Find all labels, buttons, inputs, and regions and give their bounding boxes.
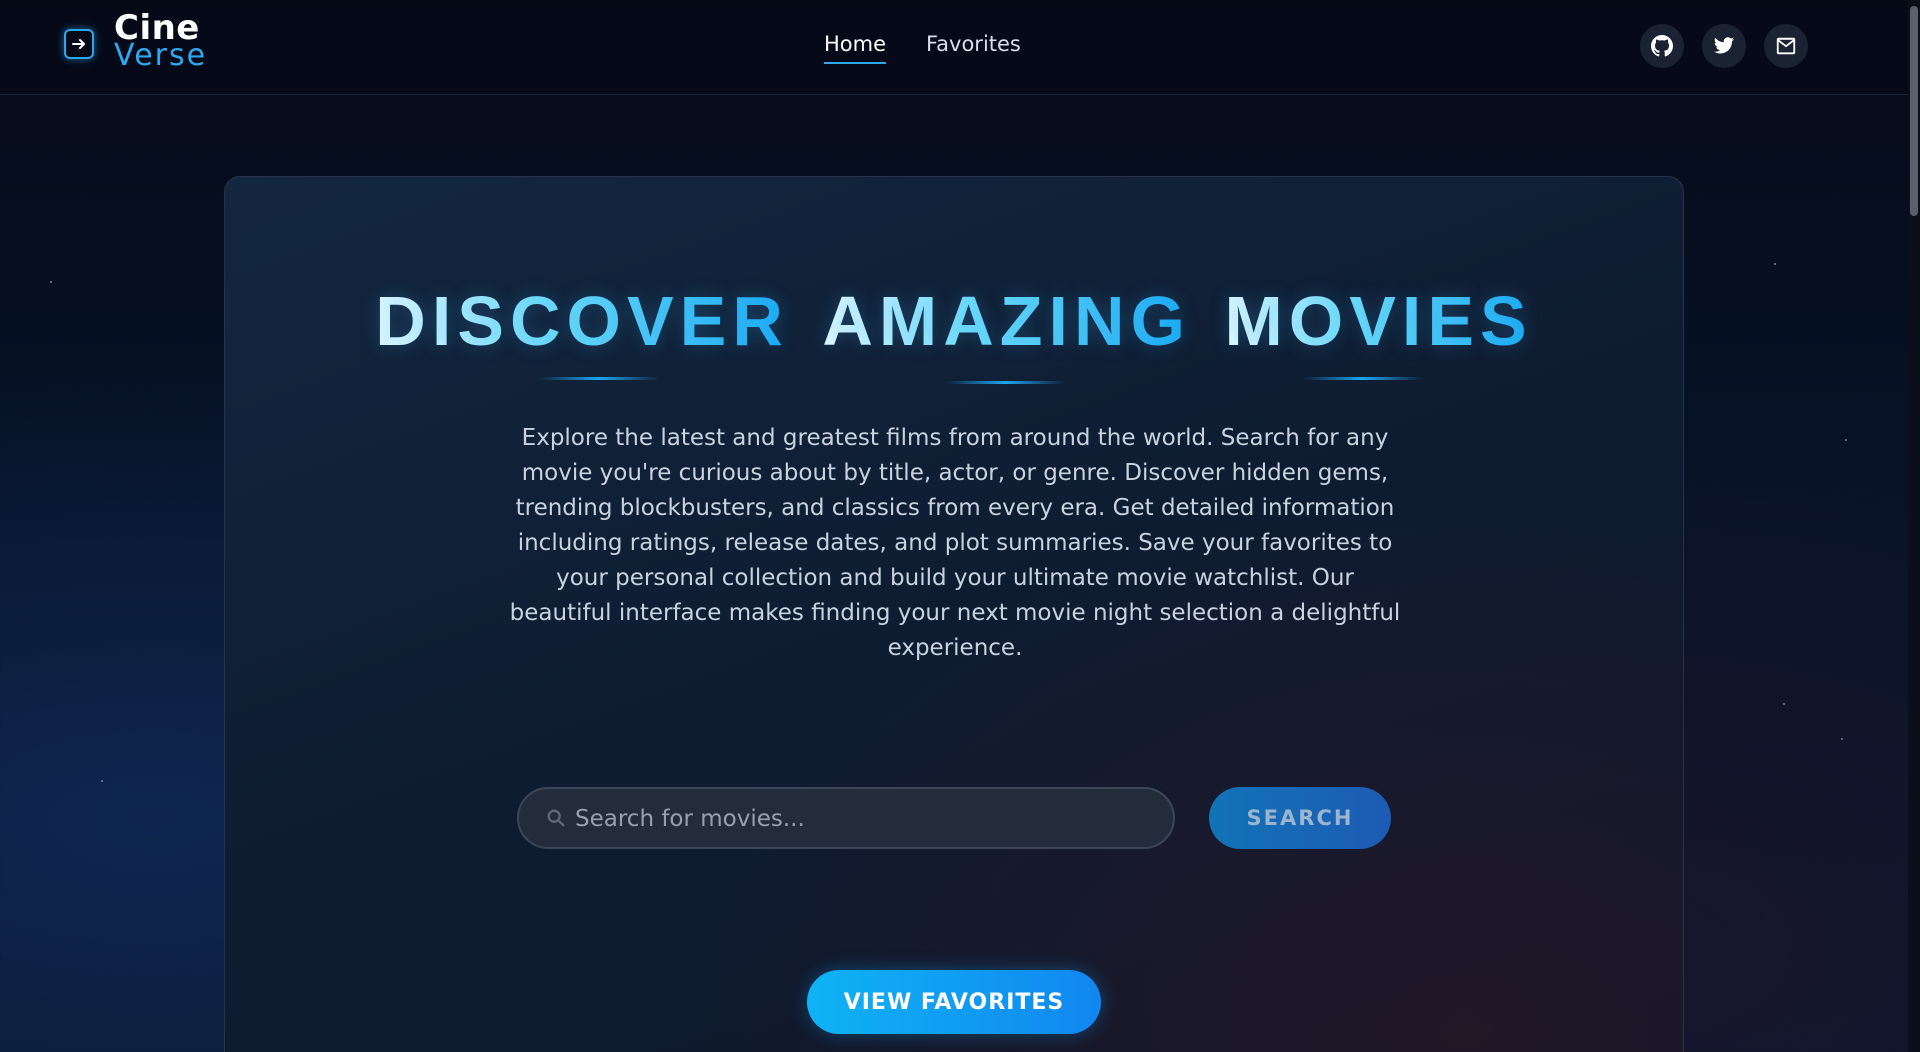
hero-card: DISCOVER AMAZING MOVIES Explore the late… [224,176,1684,1052]
mail-button[interactable] [1764,24,1808,68]
view-favorites-button[interactable]: VIEW FAVORITES [807,970,1101,1034]
search-box[interactable] [517,787,1175,849]
background-star [1783,703,1785,705]
hero-title-word: MOVIES [1224,282,1533,360]
twitter-icon [1713,37,1735,54]
hero-title-word: AMAZING [822,282,1191,360]
film-enter-icon [64,29,94,59]
social-links [1640,24,1808,68]
hero-title: DISCOVER AMAZING MOVIES [225,281,1683,361]
nav-home[interactable]: Home [824,32,887,64]
github-icon [1651,35,1673,57]
title-underline [539,377,659,380]
search-icon [547,809,565,827]
title-underline [945,381,1065,384]
top-navbar: Cine Verse Home Favorites [0,0,1908,95]
background-star [1774,263,1776,265]
background-star [1845,439,1847,441]
brand-name: Cine Verse [114,11,208,73]
search-input[interactable] [573,797,1157,841]
title-underline [1303,377,1423,380]
brand-name-bottom: Verse [114,38,208,73]
background-star [50,281,52,283]
main-nav: Home Favorites [824,32,1021,64]
hero-title-word: DISCOVER [375,282,789,360]
nav-favorites[interactable]: Favorites [926,32,1021,64]
brand-logo[interactable]: Cine Verse [64,11,208,73]
github-button[interactable] [1640,24,1684,68]
hero-description: Explore the latest and greatest films fr… [509,425,1401,661]
twitter-button[interactable] [1702,24,1746,68]
mail-icon [1776,37,1796,55]
background-star [1841,738,1843,740]
background-star [101,780,103,782]
scrollbar-thumb[interactable] [1910,6,1918,216]
search-button[interactable]: SEARCH [1209,787,1391,849]
